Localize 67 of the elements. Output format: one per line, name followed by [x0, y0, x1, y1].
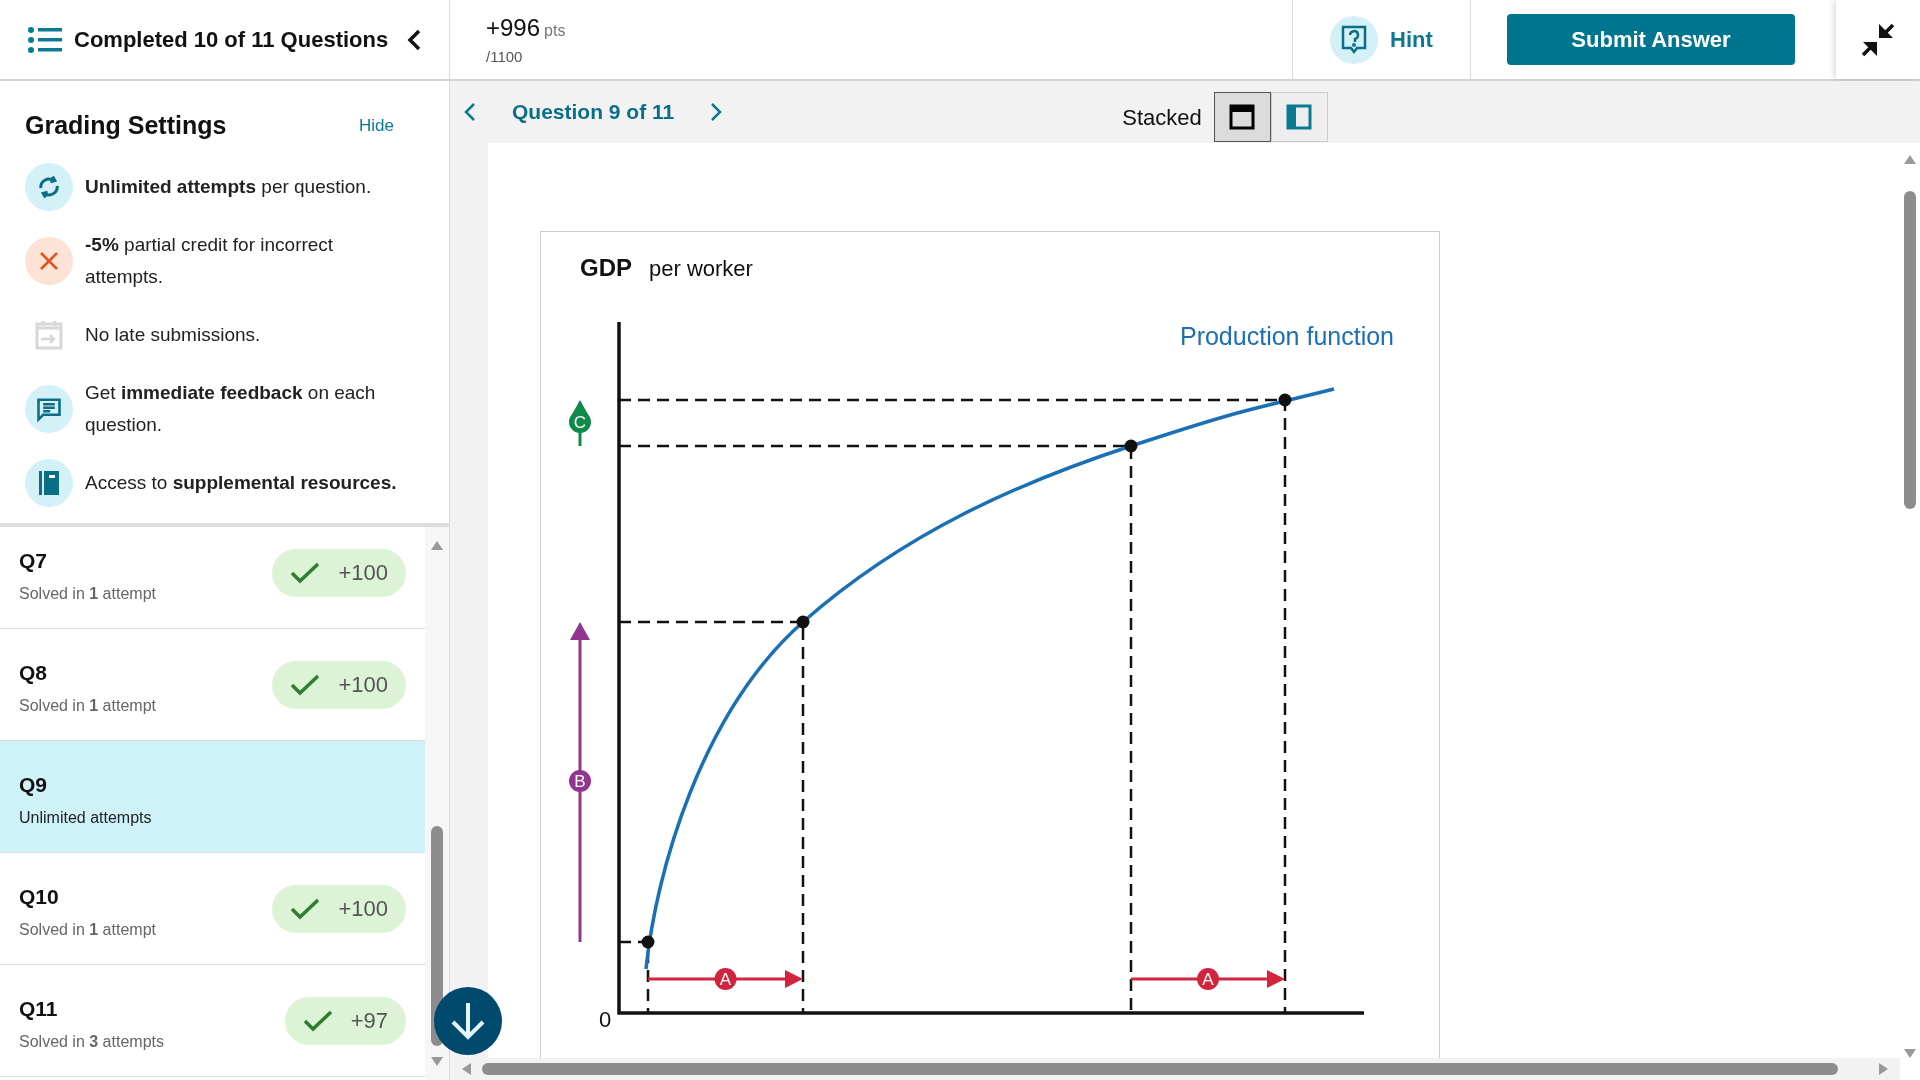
- question-status: Solved in 1 attempt: [19, 696, 156, 717]
- list-icon[interactable]: [28, 26, 62, 53]
- hint-button[interactable]: Hint: [1330, 15, 1433, 64]
- graph-title: GDP: [580, 254, 632, 281]
- marker-label: A: [714, 968, 737, 990]
- layout-label: Stacked: [1122, 103, 1202, 132]
- refresh-icon: [25, 162, 73, 211]
- triangle-down-icon[interactable]: [430, 1054, 444, 1068]
- calendar-icon: [35, 319, 63, 350]
- setting-text: -5% partial credit for incorrect attempts.: [85, 232, 335, 289]
- origin-label: 0: [599, 1007, 612, 1032]
- triangle-left-icon[interactable]: [460, 1062, 474, 1076]
- section-title: Grading Settings: [25, 110, 227, 141]
- question-status: Unlimited attempts: [19, 808, 152, 829]
- triangle-right-icon[interactable]: [1876, 1062, 1890, 1076]
- question-status: Solved in 3 attempts: [19, 1032, 164, 1053]
- scrollbar[interactable]: [425, 527, 449, 1080]
- score-total: /1100: [486, 47, 524, 68]
- submit-button[interactable]: Submit Answer: [1507, 14, 1795, 65]
- stacked-layout-icon: [1229, 104, 1256, 130]
- score: +996: [486, 13, 541, 44]
- hide-link[interactable]: Hide: [359, 113, 394, 139]
- points-badge: +100: [272, 884, 406, 933]
- points-badge: +97: [284, 996, 406, 1045]
- question-label: Q10: [19, 883, 60, 910]
- setting-text: Access to supplemental resources.: [85, 470, 398, 495]
- scrollbar-thumb[interactable]: [431, 826, 443, 1046]
- check-icon: [302, 1009, 333, 1032]
- question-label: Q8: [19, 659, 48, 686]
- layout-toggle[interactable]: [1213, 92, 1271, 142]
- marker-label: A: [1197, 968, 1219, 990]
- question-label: Q11: [19, 995, 59, 1022]
- close-icon: [25, 236, 73, 285]
- axis-label: per worker: [649, 256, 753, 281]
- question-label: Q9: [19, 771, 48, 798]
- vertical-scrollbar[interactable]: [1900, 143, 1920, 1080]
- progress-title: Completed 10 of 11 Questions: [74, 26, 389, 54]
- arrow-down-icon: [450, 1001, 486, 1041]
- marker-label: B: [569, 770, 591, 792]
- question-title: Question 9 of 11: [512, 99, 675, 126]
- chevron-left-icon[interactable]: [407, 28, 421, 51]
- question-status: Solved in 1 attempt: [19, 584, 156, 605]
- question-status: Solved in 1 attempt: [19, 920, 156, 941]
- curve-label: Production function: [1179, 322, 1394, 350]
- book-icon: [25, 458, 73, 507]
- check-icon: [290, 673, 321, 696]
- next-icon[interactable]: [710, 102, 723, 122]
- marker-label: C: [569, 411, 591, 433]
- previous-icon[interactable]: [464, 102, 476, 122]
- score-unit: pts: [544, 21, 566, 42]
- comment-icon: [25, 384, 73, 433]
- scrollbar-thumb[interactable]: [482, 1063, 1838, 1075]
- triangle-up-icon[interactable]: [430, 539, 444, 553]
- triangle-up-icon[interactable]: [1903, 153, 1917, 167]
- question-label: Q7: [19, 547, 48, 574]
- triangle-down-icon[interactable]: [1903, 1046, 1917, 1060]
- question-item[interactable]: Q9 Unlimited attempts: [0, 741, 425, 853]
- check-icon: [290, 897, 321, 920]
- setting-text: No late submissions.: [85, 322, 262, 347]
- check-icon: [290, 561, 321, 584]
- points-badge: +100: [272, 660, 406, 709]
- setting-text: Get immediate feedback on each question.: [85, 380, 377, 437]
- points-badge: +100: [272, 548, 406, 597]
- scrollbar-thumb[interactable]: [1904, 191, 1916, 509]
- setting-text: Unlimited attempts per question.: [85, 174, 373, 199]
- side-layout-icon: [1286, 104, 1313, 130]
- graph-panel[interactable]: GDP per worker Production function 0 A A C B: [540, 231, 1440, 1058]
